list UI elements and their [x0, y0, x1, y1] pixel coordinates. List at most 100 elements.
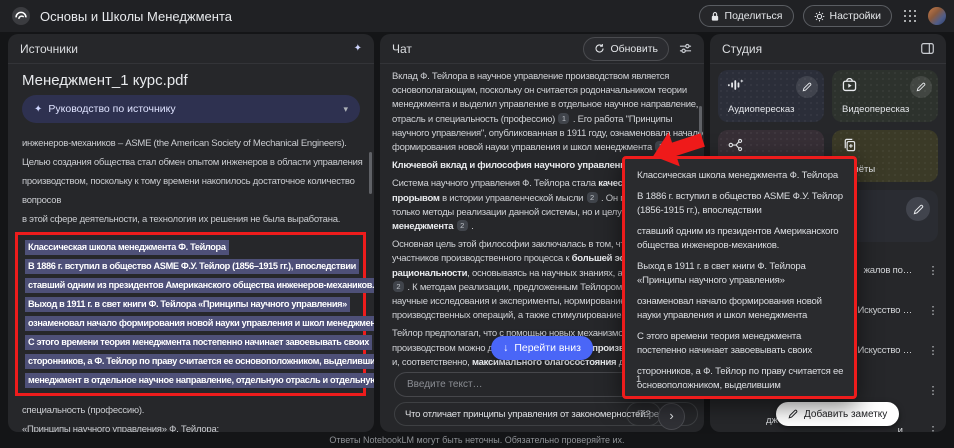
kebab-menu-icon[interactable]: ⋮: [926, 424, 940, 433]
chat-input-placeholder: Введите текст…: [407, 379, 483, 390]
share-label: Поделиться: [725, 10, 783, 22]
kebab-menu-icon[interactable]: ⋮: [926, 304, 940, 317]
discover-sources-icon[interactable]: ✦: [354, 43, 362, 54]
chat-scrollbar[interactable]: [699, 106, 702, 140]
text-line: сторонников, а Ф. Тейлор по праву считае…: [637, 365, 846, 393]
chevron-right-icon: ›: [669, 408, 673, 423]
citation-badge[interactable]: 2: [393, 281, 404, 292]
source-guide-label: Руководство по источнику: [48, 103, 175, 115]
panel-toggle-icon[interactable]: [921, 43, 934, 54]
chat-header: Чат Обновить: [380, 34, 704, 64]
text-line: вопросов: [22, 194, 360, 207]
text-line: ставший одним из президентов Американско…: [637, 225, 846, 253]
note-title-fragment: жалов по…: [864, 265, 926, 276]
source-text-block: специальность (профессию). «Принципы науч…: [22, 404, 360, 432]
edit-video-button[interactable]: [910, 76, 932, 98]
sparkle-icon: ✦: [34, 104, 42, 115]
refresh-icon: [594, 43, 605, 54]
sources-header: Источники ✦: [8, 34, 374, 64]
video-overview-card[interactable]: Видеопересказ: [832, 70, 938, 122]
citation-badge[interactable]: 2: [457, 220, 468, 231]
add-note-button[interactable]: Добавить заметку: [776, 402, 899, 426]
suggested-question-chip[interactable]: Что отличает принципы управления от зако…: [394, 402, 661, 426]
down-arrow-icon: ↓: [503, 342, 508, 354]
text-line: Вклад Ф. Тейлора в научное управление пр…: [392, 70, 692, 84]
pencil-icon: [788, 409, 798, 419]
audio-overview-card[interactable]: Аудиопересказ: [718, 70, 824, 122]
chat-title: Чат: [392, 42, 412, 56]
text-line: научного управления", опубликованная в 1…: [392, 127, 692, 141]
text-line: С этого времени теория менеджмента посте…: [25, 335, 357, 350]
kebab-menu-icon[interactable]: ⋮: [926, 344, 940, 357]
pencil-icon: [916, 82, 926, 92]
text-line: производством, поскольку к тому времени …: [22, 175, 360, 188]
text-line: отрасль и специальность (профессию) 1 . …: [392, 113, 692, 127]
add-note-label: Добавить заметку: [804, 409, 887, 420]
text-line: ознаменовал начало формирования новой на…: [25, 316, 357, 331]
sources-scrollbar[interactable]: [369, 152, 372, 194]
note-title-fragment: а, Искусство …: [848, 305, 926, 316]
text-line: в этой сфере деятельности, а технология …: [22, 213, 360, 226]
top-bar: Основы и Школы Менеджмента Поделиться На…: [0, 0, 954, 32]
citation-badge[interactable]: 1: [558, 113, 569, 124]
notebook-title: Основы и Школы Менеджмента: [40, 9, 232, 24]
scroll-to-bottom-button[interactable]: ↓ Перейти вниз: [491, 336, 593, 360]
gear-icon: [814, 11, 825, 22]
notebooklm-app: Основы и Школы Менеджмента Поделиться На…: [0, 0, 954, 448]
text-line: инженеров-механиков – ASME (the American…: [22, 137, 360, 150]
edit-item-button[interactable]: [906, 197, 930, 221]
settings-label: Настройки: [830, 10, 882, 22]
kebab-menu-icon[interactable]: ⋮: [926, 384, 940, 397]
citation-badge[interactable]: 1: [655, 141, 666, 152]
mind-map-icon: [728, 138, 743, 152]
scroll-button-label: Перейти вниз: [514, 342, 581, 354]
video-card-label: Видеопересказ: [842, 104, 909, 115]
notebooklm-logo-icon: [12, 7, 30, 25]
studio-title: Студия: [722, 42, 762, 56]
kebab-menu-icon[interactable]: ⋮: [926, 264, 940, 277]
text-line: специальность (профессию).: [22, 404, 360, 417]
audio-card-label: Аудиопересказ: [728, 104, 794, 115]
user-avatar[interactable]: [928, 7, 946, 25]
text-line: формирования новой науки управления и шк…: [392, 141, 692, 155]
text-line: основополагающим, поскольку он считается…: [392, 84, 692, 98]
refresh-label: Обновить: [610, 43, 658, 55]
audio-waveform-icon: [728, 78, 744, 92]
note-title-fragment: а, Искусство …: [848, 345, 926, 356]
pencil-icon: [802, 82, 812, 92]
chat-settings-sliders-icon[interactable]: [679, 42, 692, 55]
share-button[interactable]: Поделиться: [699, 5, 794, 27]
source-doc-title: Менеджмент_1 курс.pdf: [8, 64, 374, 89]
chevron-down-icon[interactable]: ▾: [343, 104, 348, 115]
source-text-block: инженеров-механиков – ASME (the American…: [22, 137, 360, 226]
text-line: сторонников, а Ф. Тейлор по праву считае…: [25, 354, 357, 369]
next-suggestions-button[interactable]: ›: [658, 403, 685, 430]
source-document-text: инженеров-механиков – ASME (the American…: [8, 131, 374, 432]
settings-button[interactable]: Настройки: [803, 5, 893, 27]
citation-popup: Классическая школа менеджмента Ф. Тейлор…: [622, 156, 857, 399]
annotation-red-box-highlighted-passage: Классическая школа менеджмента Ф. Тейлор…: [15, 232, 366, 396]
apps-grid-icon[interactable]: [904, 10, 916, 22]
note-title-fragment: и…: [898, 425, 926, 433]
text-line: В 1886 г. вступил в общество ASME Ф.У. Т…: [637, 190, 846, 218]
lock-icon: [710, 11, 720, 22]
edit-audio-button[interactable]: [796, 76, 818, 98]
report-add-icon: [842, 138, 856, 152]
text-line: менеджмента и выделил управление в отдел…: [392, 98, 692, 112]
text-line: Выход в 1911 г. в свет книги Ф. Тейлора …: [637, 260, 846, 288]
video-icon: [842, 78, 857, 92]
text-line: С этого времени теория менеджмента посте…: [637, 330, 846, 358]
studio-header: Студия: [710, 34, 946, 64]
source-guide-button[interactable]: ✦ Руководство по источнику ▾: [22, 95, 360, 123]
pencil-icon: [913, 204, 924, 215]
citation-badge[interactable]: 2: [587, 192, 598, 203]
text-line: Целью создания общества стал обмен опыто…: [22, 156, 360, 169]
text-line: Выход в 1911 г. в свет книги Ф. Тейлора …: [25, 297, 357, 312]
text-line: В 1886 г. вступил в общество ASME Ф.У. Т…: [25, 259, 357, 274]
text-line: Классическая школа менеджмента Ф. Тейлор…: [25, 240, 357, 255]
disclaimer-text: Ответы NotebookLM могут быть неточны. Об…: [0, 435, 954, 445]
refresh-chat-button[interactable]: Обновить: [583, 37, 669, 61]
text-line: ознаменовал начало формирования новой на…: [637, 295, 846, 323]
sources-title: Источники: [20, 42, 78, 56]
text-line: «Принципы научного управления» Ф. Тейлор…: [22, 423, 360, 432]
